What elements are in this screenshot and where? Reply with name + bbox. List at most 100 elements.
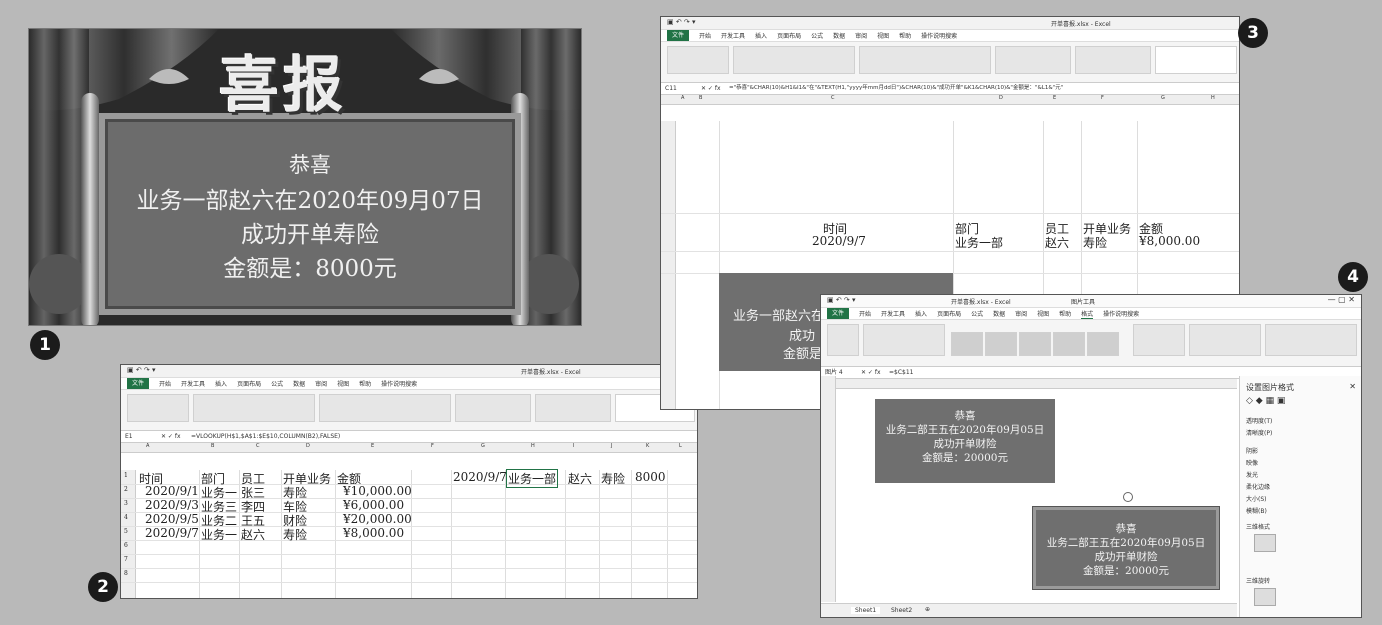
table-cell[interactable]: ¥10,000.00 [343, 484, 412, 498]
sheet-tab-1[interactable]: Sheet1 [851, 607, 881, 614]
tab-formulas[interactable]: 公式 [811, 31, 823, 40]
conditional-format-button[interactable] [1075, 46, 1151, 74]
tab-review[interactable]: 审阅 [855, 31, 867, 40]
picture-style-3[interactable] [1019, 332, 1051, 356]
lookup-dept-selected[interactable]: 业务一部 [505, 469, 559, 488]
tab-page-layout[interactable]: 页面布局 [937, 309, 961, 318]
pane-prop[interactable]: 发光 [1246, 470, 1258, 479]
picture-style-1[interactable] [951, 332, 983, 356]
picture-style-5[interactable] [1087, 332, 1119, 356]
tab-developer[interactable]: 开发工具 [721, 31, 745, 40]
tab-formulas[interactable]: 公式 [971, 309, 983, 318]
tab-insert[interactable]: 插入 [215, 379, 227, 388]
picture-style-4[interactable] [1053, 332, 1085, 356]
pane-prop[interactable]: 阴影 [1246, 446, 1258, 455]
lookup-employee[interactable]: 赵六 [568, 470, 592, 487]
clipboard-group[interactable] [127, 394, 189, 422]
tab-home[interactable]: 开始 [159, 379, 171, 388]
adjust-group[interactable] [863, 324, 945, 356]
lookup-amount[interactable]: 8000 [635, 470, 666, 484]
picture-style-2[interactable] [985, 332, 1017, 356]
tab-review[interactable]: 审阅 [1015, 309, 1027, 318]
name-box[interactable]: C11 [665, 83, 677, 94]
size-group[interactable] [1265, 324, 1357, 356]
styles-gallery[interactable] [1155, 46, 1237, 74]
tell-me-search[interactable]: 操作说明搜索 [381, 379, 417, 388]
tab-developer[interactable]: 开发工具 [881, 309, 905, 318]
tab-home[interactable]: 开始 [859, 309, 871, 318]
tab-data[interactable]: 数据 [293, 379, 305, 388]
name-box[interactable]: E1 [125, 431, 133, 442]
picture-border-group[interactable] [1133, 324, 1185, 356]
tab-file[interactable]: 文件 [127, 378, 150, 389]
value-dept[interactable]: 业务一部 [955, 234, 1003, 251]
conditional-format-button[interactable] [535, 394, 611, 422]
table-cell[interactable]: ¥20,000.00 [343, 512, 412, 526]
tab-file[interactable]: 文件 [667, 30, 690, 41]
tab-view[interactable]: 视图 [337, 379, 349, 388]
table-cell[interactable]: 寿险 [283, 526, 307, 543]
lookup-business[interactable]: 寿险 [601, 470, 625, 487]
tab-view[interactable]: 视图 [1037, 309, 1049, 318]
table-cell[interactable]: 业务一 [201, 526, 237, 543]
tab-review[interactable]: 审阅 [315, 379, 327, 388]
table-cell[interactable]: ¥8,000.00 [343, 526, 404, 540]
tab-insert[interactable]: 插入 [755, 31, 767, 40]
tab-page-layout[interactable]: 页面布局 [237, 379, 261, 388]
value-business[interactable]: 寿险 [1083, 234, 1107, 251]
clipboard-group[interactable] [667, 46, 729, 74]
rotate-handle-icon[interactable] [1123, 492, 1133, 502]
table-cell[interactable]: 2020/9/1 [145, 484, 199, 498]
tab-home[interactable]: 开始 [699, 31, 711, 40]
tab-data[interactable]: 数据 [993, 309, 1005, 318]
save-icon[interactable]: ▣ ↶ ↷ ▾ [127, 366, 156, 374]
tab-page-layout[interactable]: 页面布局 [777, 31, 801, 40]
formula-input[interactable]: =$C$11 [889, 367, 914, 378]
number-group[interactable] [455, 394, 531, 422]
rotation-preset-icon[interactable] [1254, 588, 1276, 606]
save-icon[interactable]: ▣ ↶ ↷ ▾ [667, 18, 696, 26]
add-sheet-icon[interactable]: ⊕ [925, 606, 930, 613]
alignment-group[interactable] [319, 394, 451, 422]
window-controls[interactable]: — ▢ ✕ [1328, 295, 1355, 304]
sheet-tab-2[interactable]: Sheet2 [887, 607, 916, 614]
tab-insert[interactable]: 插入 [915, 309, 927, 318]
table-cell[interactable]: 2020/9/5 [145, 512, 199, 526]
tell-me-search[interactable]: 操作说明搜索 [1103, 309, 1139, 318]
pane-prop[interactable]: 三维格式 [1246, 522, 1270, 531]
pane-icons[interactable]: ◇ ◆ ▦ ▣ [1246, 396, 1285, 406]
value-time[interactable]: 2020/9/7 [812, 234, 866, 248]
value-employee[interactable]: 赵六 [1045, 234, 1069, 251]
font-group[interactable] [193, 394, 315, 422]
value-amount[interactable]: ¥8,000.00 [1139, 234, 1200, 248]
table-cell[interactable]: ¥6,000.00 [343, 498, 404, 512]
save-icon[interactable]: ▣ ↶ ↷ ▾ [827, 296, 856, 304]
remove-background-button[interactable] [827, 324, 859, 356]
tab-file[interactable]: 文件 [827, 308, 850, 319]
tab-format[interactable]: 格式 [1081, 309, 1094, 319]
pane-prop[interactable]: 柔化边缘 [1246, 482, 1270, 491]
number-group[interactable] [995, 46, 1071, 74]
table-cell[interactable]: 2020/9/7 [145, 526, 199, 540]
tab-data[interactable]: 数据 [833, 31, 845, 40]
tab-developer[interactable]: 开发工具 [181, 379, 205, 388]
tab-view[interactable]: 视图 [877, 31, 889, 40]
table-cell[interactable]: 赵六 [241, 526, 265, 543]
tab-help[interactable]: 帮助 [899, 31, 911, 40]
formula-input[interactable]: =VLOOKUP(H$1,$A$1:$E$10,COLUMN(B2),FALSE… [191, 431, 340, 442]
formula-input[interactable]: ="恭喜"&CHAR(10)&H1&I1&"在"&TEXT(H1,"yyyy年m… [729, 83, 1063, 94]
pane-prop[interactable]: 三维旋转 [1246, 576, 1270, 585]
linked-picture[interactable]: 恭喜 业务二部王五在2020年09月05日 成功开单财险 金额是：20000元 [1032, 506, 1220, 590]
arrange-group[interactable] [1189, 324, 1261, 356]
tell-me-search[interactable]: 操作说明搜索 [921, 31, 957, 40]
pane-prop[interactable]: 映像 [1246, 458, 1258, 467]
bevel-preset-icon[interactable] [1254, 534, 1276, 552]
table-cell[interactable]: 2020/9/3 [145, 498, 199, 512]
alignment-group[interactable] [859, 46, 991, 74]
lookup-date[interactable]: 2020/9/7 [453, 470, 507, 484]
font-group[interactable] [733, 46, 855, 74]
source-text-shape[interactable]: 恭喜 业务二部王五在2020年09月05日 成功开单财险 金额是：20000元 [875, 399, 1055, 483]
close-icon[interactable]: ✕ [1349, 382, 1356, 391]
tab-formulas[interactable]: 公式 [271, 379, 283, 388]
tab-help[interactable]: 帮助 [1059, 309, 1071, 318]
